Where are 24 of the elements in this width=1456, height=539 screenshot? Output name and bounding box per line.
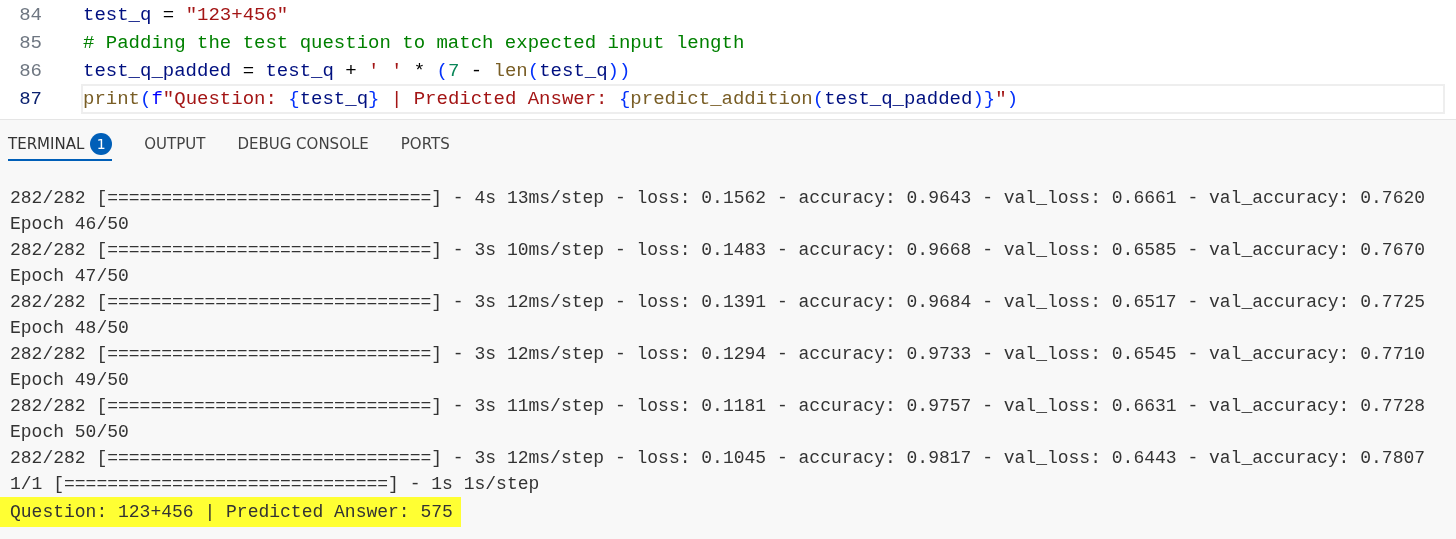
line-number: 84 — [18, 4, 42, 26]
terminal-line: Epoch 46/50 — [9, 213, 129, 236]
line-number: 85 — [18, 32, 42, 54]
count-badge: 1 — [90, 133, 113, 155]
terminal-line: 1/1 [==============================] - 1s 1s/step — [9, 473, 540, 496]
panel-tab[interactable]: TERMINAL 1 — [8, 133, 113, 161]
panel-tab[interactable]: OUTPUT — [144, 133, 206, 161]
terminal-line: Epoch 48/50 — [9, 317, 129, 340]
code-line: # Padding the test question to match expected input length — [82, 31, 746, 56]
terminal-line: 282/282 [==============================] - 3s 12ms/step - loss: 0.1391 - accuracy: 0.9684 - val_loss: 0.6517 - val_accuracy: 0.7725 — [9, 291, 1426, 314]
terminal-line: Epoch 50/50 — [9, 421, 129, 444]
terminal-line: 282/282 [==============================] - 3s 11ms/step - loss: 0.1181 - accuracy: 0.9757 - val_loss: 0.6631 - val_accuracy: 0.7728 — [9, 395, 1426, 418]
panel-tab[interactable]: DEBUG CONSOLE — [237, 133, 369, 161]
terminal-line: Epoch 47/50 — [9, 265, 129, 288]
line-number: 87 — [18, 88, 42, 110]
terminal-line: 282/282 [==============================] - 3s 12ms/step - loss: 0.1294 - accuracy: 0.9733 - val_loss: 0.6545 - val_accuracy: 0.7710 — [9, 343, 1426, 366]
code-line: test_q = "123+456" — [82, 3, 290, 28]
line-number: 86 — [18, 60, 42, 82]
terminal-line: Epoch 49/50 — [9, 369, 129, 392]
terminal-line: 282/282 [==============================] - 3s 12ms/step - loss: 0.1045 - accuracy: 0.9817 - val_loss: 0.6443 - val_accuracy: 0.7807 — [9, 447, 1426, 470]
code-line: test_q_padded = test_q + ' ' * (7 - len(test_q)) — [82, 59, 632, 84]
terminal-line: 282/282 [==============================] - 4s 13ms/step - loss: 0.1562 - accuracy: 0.9643 - val_loss: 0.6661 - val_accuracy: 0.7620 — [9, 187, 1426, 210]
terminal-line: 282/282 [==============================] - 3s 10ms/step - loss: 0.1483 - accuracy: 0.9668 - val_loss: 0.6585 - val_accuracy: 0.7670 — [9, 239, 1426, 262]
panel-tab[interactable]: PORTS — [400, 133, 450, 161]
